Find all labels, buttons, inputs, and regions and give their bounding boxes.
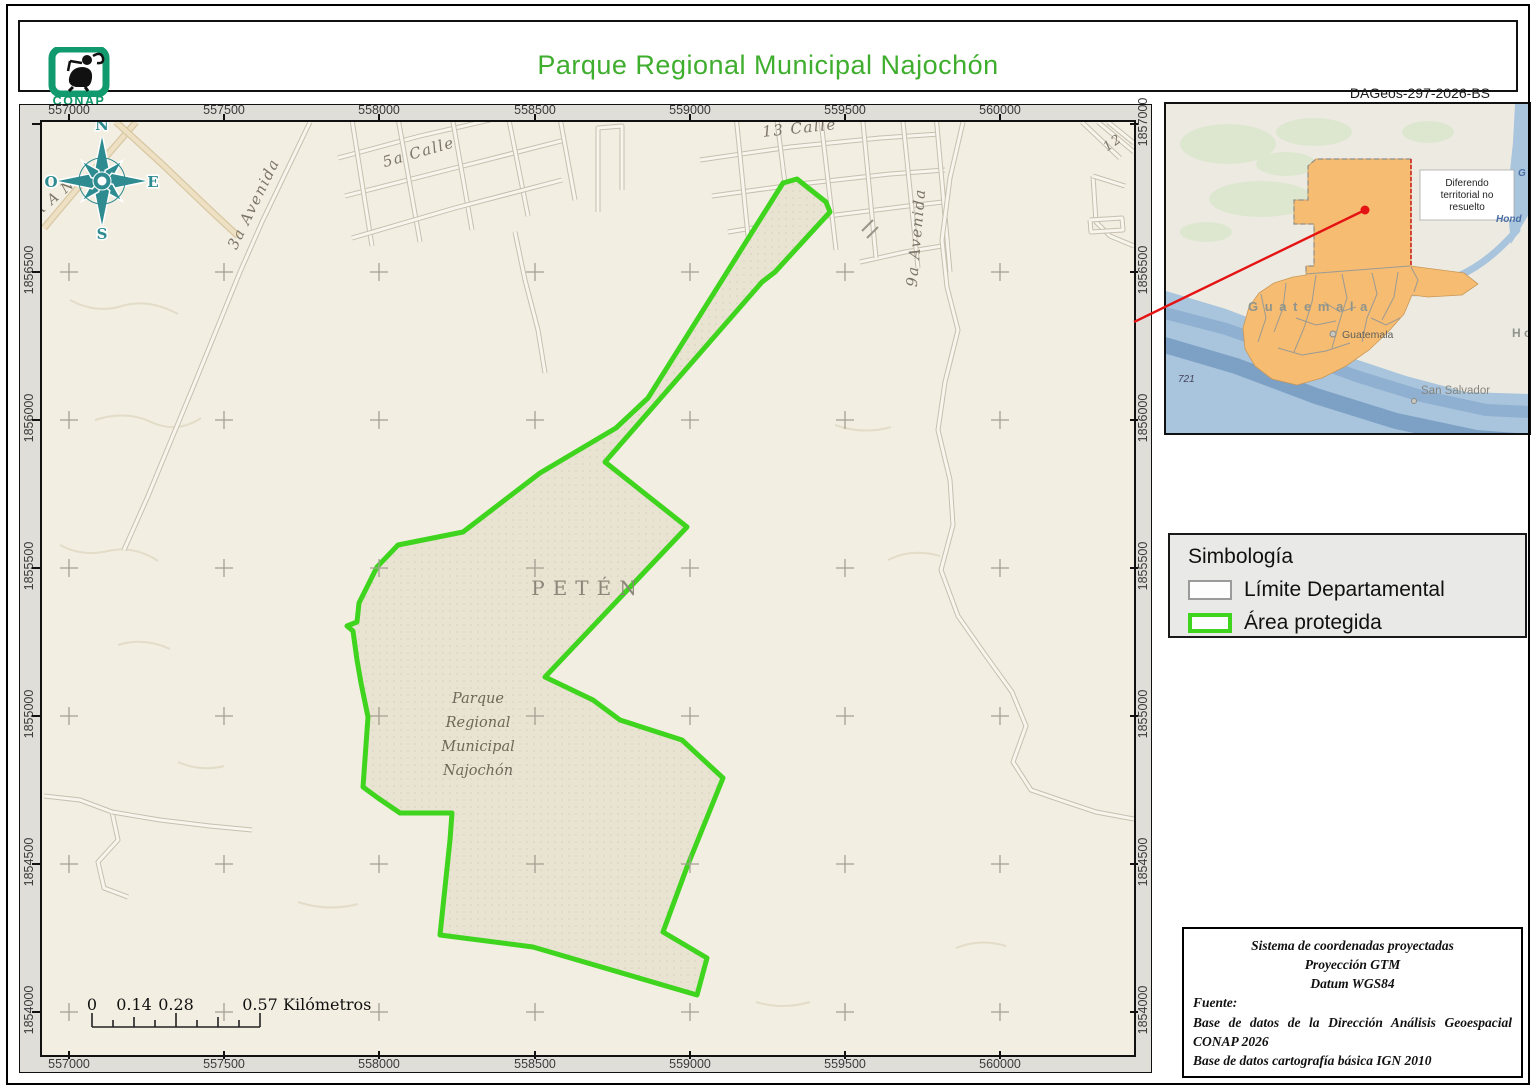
inset-map-svg: Diferendoterritorial noresuelto G u a t e… (1158, 104, 1531, 450)
legend-label: Límite Departamental (1244, 578, 1445, 601)
territorial-note-text: resuelto (1449, 202, 1485, 213)
svg-text:S: S (97, 225, 108, 243)
info-line: CONAP 2026 (1193, 1033, 1269, 1049)
park-location-dot (1360, 205, 1370, 215)
park-name-label: Regional (445, 715, 511, 731)
city-label: Guatemala (1342, 329, 1394, 341)
legend-item: Límite Departamental (1188, 578, 1525, 602)
inset-overview-map: Diferendo territorial no resuelto G u a t e… (1158, 102, 1531, 450)
legend-label: Área protegida (1244, 611, 1382, 634)
park-name-label: Najochón (442, 763, 513, 779)
scale-unit: Kilómetros (283, 995, 371, 1014)
svg-text:G: G (1518, 168, 1526, 179)
park-name-label: Municipal (440, 739, 515, 755)
legend-title: Simbología (1188, 545, 1294, 568)
info-line: Sistema de coordenadas proyectadas (1251, 938, 1454, 953)
legend-swatch (1188, 613, 1232, 633)
legend-items: Límite Departamental Área protegida (1188, 578, 1525, 635)
san-salvador-label: San Salvador (1421, 385, 1490, 397)
main-map-svg: R A N 3a Avenida5a Calle13 Calle9a Avenid… (42, 122, 1134, 1055)
country-label: G u a t e m a l a (1248, 299, 1369, 314)
info-line: Datum WGS84 (1310, 976, 1395, 992)
park-name-label: Parque (451, 691, 504, 707)
svg-text:O: O (44, 173, 57, 191)
territorial-note-text: Diferendo (1445, 178, 1489, 189)
territorial-note-text: territorial no (1441, 190, 1494, 201)
header: CONAP Parque Regional Municipal Najochón… (18, 20, 1518, 108)
department-label: PETÉN (531, 576, 645, 600)
svg-text:Hond: Hond (1496, 214, 1522, 225)
info-line: Base de datos cartografía básica IGN 201… (1193, 1052, 1432, 1068)
svg-text:0.57: 0.57 (242, 995, 278, 1014)
main-map: R A N 3a Avenida 5a Calle 13 Calle 9a Avenid… (40, 120, 1136, 1057)
svg-text:0: 0 (87, 995, 97, 1014)
legend: Simbología Límite Departamental Área prot… (1168, 533, 1527, 638)
page-title: Parque Regional Municipal Najochón (537, 50, 999, 80)
svg-text:0.14: 0.14 (116, 995, 152, 1014)
svg-text:E: E (147, 173, 158, 191)
svg-text:H o: H o (1512, 326, 1529, 340)
svg-text:0.28: 0.28 (158, 995, 194, 1014)
svg-text:N: N (95, 122, 109, 134)
info-line: Fuente: (1193, 995, 1238, 1011)
legend-item: Área protegida (1188, 611, 1525, 635)
depth-label: 721 (1178, 374, 1195, 385)
legend-swatch (1188, 580, 1232, 600)
info-box: Sistema de coordenadas proyectadas Proyec… (1182, 927, 1523, 1078)
map-document: CONAP Parque Regional Municipal Najochón… (0, 0, 1536, 1089)
info-line: Base de datos de la Dirección Análisis G… (1193, 1014, 1512, 1030)
info-line: Proyección GTM (1304, 957, 1401, 973)
document-id: DAGeos-297-2026-BS (1349, 85, 1490, 101)
